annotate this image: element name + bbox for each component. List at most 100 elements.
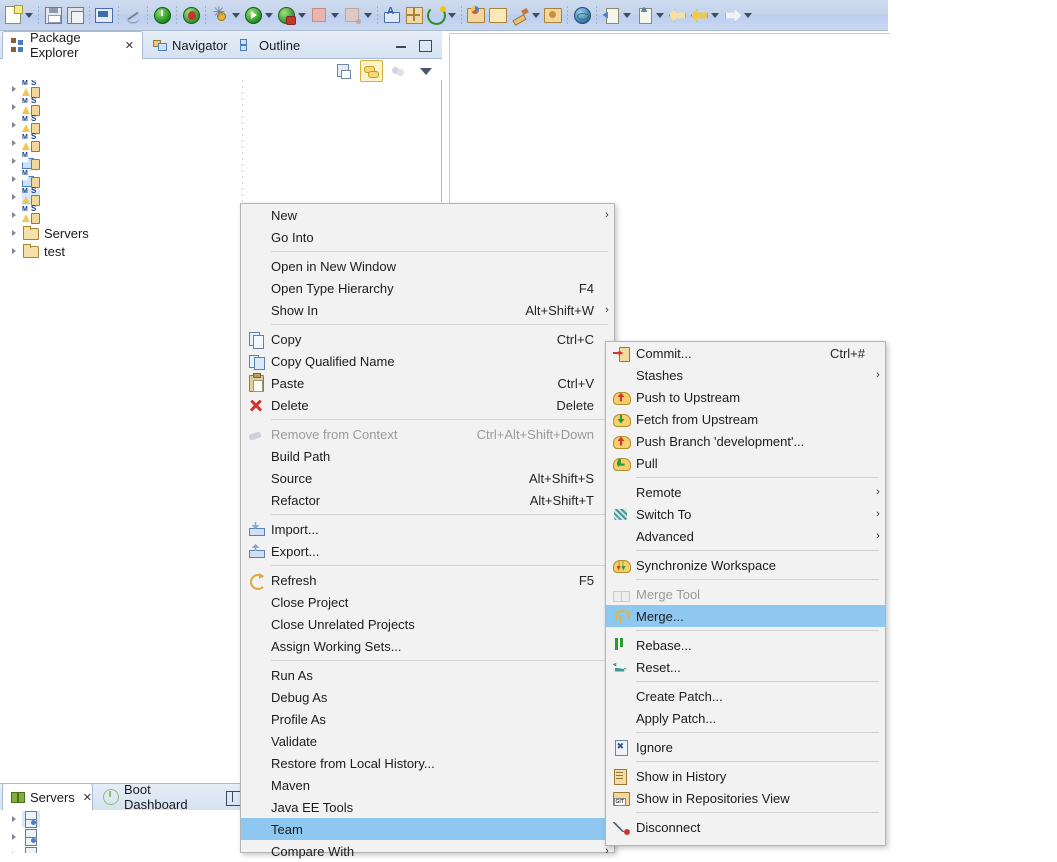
team-item-show-in-history[interactable]: Show in History (606, 765, 885, 787)
expand-arrow-icon[interactable] (6, 81, 22, 97)
toolbar-stop-button[interactable] (308, 2, 341, 28)
toolbar-dropdown-arrow[interactable] (362, 5, 373, 25)
server-row[interactable] (0, 810, 246, 828)
toolbar-dropdown-arrow[interactable] (742, 5, 753, 25)
toolbar-prev-annotation-button[interactable] (633, 2, 666, 28)
toolbar-refresh-green-button[interactable] (425, 2, 458, 28)
close-icon[interactable]: ✕ (83, 791, 92, 804)
team-item-apply-patch[interactable]: Apply Patch... (606, 707, 885, 729)
server-row[interactable] (0, 846, 246, 853)
expand-arrow-icon[interactable] (6, 135, 22, 151)
menu-item-go-into[interactable]: Go Into (241, 226, 614, 248)
menu-item-source[interactable]: SourceAlt+Shift+S› (241, 467, 614, 489)
menu-item-delete[interactable]: Delete Delete (241, 394, 614, 416)
menu-item-assign-working-sets[interactable]: Assign Working Sets... (241, 635, 614, 657)
toolbar-dropdown-arrow[interactable] (263, 5, 274, 25)
toolbar-dropdown-arrow[interactable] (621, 5, 632, 25)
expand-arrow-icon[interactable] (6, 117, 22, 133)
expand-arrow-icon[interactable] (6, 171, 22, 187)
menu-item-copy[interactable]: Copy Ctrl+C (241, 328, 614, 350)
toolbar-dropdown-arrow[interactable] (654, 5, 665, 25)
toolbar-dropdown-arrow[interactable] (23, 5, 34, 25)
toolbar-open-type-button[interactable] (465, 2, 487, 28)
toolbar-open-resource-button[interactable] (542, 2, 564, 28)
toolbar-save-button[interactable] (42, 2, 64, 28)
expand-arrow-icon[interactable] (6, 243, 22, 259)
toolbar-next-annotation-button[interactable] (600, 2, 633, 28)
menu-item-team[interactable]: Team› (241, 818, 614, 840)
view-menu-button[interactable] (414, 60, 437, 82)
server-row[interactable] (0, 828, 246, 846)
project-context-menu[interactable]: New › Go Into Open in New Window Open Type H… (240, 203, 615, 859)
toolbar-brush-button[interactable] (509, 2, 542, 28)
toolbar-open-folder-button[interactable] (487, 2, 509, 28)
toolbar-debug-boot-button[interactable] (180, 2, 202, 28)
team-item-push-branch-development[interactable]: Push Branch 'development'... (606, 430, 885, 452)
package-explorer-tree[interactable]: Servers test (0, 80, 234, 781)
minimize-button[interactable] (394, 38, 408, 52)
focus-on-active-task-button[interactable] (387, 60, 410, 82)
toolbar-console-button[interactable] (93, 2, 115, 28)
expand-arrow-icon[interactable] (6, 225, 22, 241)
menu-item-profile-as[interactable]: Profile As› (241, 708, 614, 730)
menu-item-export[interactable]: Export... (241, 540, 614, 562)
toolbar-new-document-button[interactable] (2, 2, 35, 28)
menu-item-maven[interactable]: Maven› (241, 774, 614, 796)
tab-outline[interactable]: Outline (232, 31, 304, 59)
expand-arrow-icon[interactable] (6, 811, 22, 827)
menu-item-open-type-hierarchy[interactable]: Open Type Hierarchy F4 (241, 277, 614, 299)
expand-arrow-icon[interactable] (6, 847, 22, 853)
tree-item[interactable] (0, 205, 234, 224)
servers-list[interactable] (0, 810, 246, 853)
menu-item-new[interactable]: New › (241, 204, 614, 226)
expand-arrow-icon[interactable] (6, 99, 22, 115)
team-submenu[interactable]: Commit... Ctrl+# Stashes › Push to Upstream F… (605, 341, 886, 846)
toolbar-back-button[interactable] (688, 2, 721, 28)
toolbar-terminate-server-button[interactable] (151, 2, 173, 28)
menu-item-compare-with[interactable]: Compare With › (241, 840, 614, 862)
tree-item[interactable]: test (0, 242, 234, 260)
team-item-fetch-from-upstream[interactable]: Fetch from Upstream (606, 408, 885, 430)
menu-item-java-ee-tools[interactable]: Java EE Tools› (241, 796, 614, 818)
expand-arrow-icon[interactable] (6, 189, 22, 205)
team-item-show-in-repositories-view[interactable]: Show in Repositories View (606, 787, 885, 809)
menu-item-refresh[interactable]: Refresh F5 (241, 569, 614, 591)
menu-item-debug-as[interactable]: Debug As› (241, 686, 614, 708)
menu-item-import[interactable]: Import... (241, 518, 614, 540)
team-item-push-to-upstream[interactable]: Push to Upstream (606, 386, 885, 408)
menu-item-refactor[interactable]: RefactorAlt+Shift+T› (241, 489, 614, 511)
toolbar-dropdown-arrow[interactable] (296, 5, 307, 25)
toolbar-stop-alt-button[interactable] (341, 2, 374, 28)
toolbar-run-button[interactable] (242, 2, 275, 28)
menu-item-validate[interactable]: Validate (241, 730, 614, 752)
toolbar-dropdown-arrow[interactable] (709, 5, 720, 25)
team-item-reset[interactable]: Reset... (606, 656, 885, 678)
toolbar-run-as-server-button[interactable] (275, 2, 308, 28)
menu-item-close-project[interactable]: Close Project (241, 591, 614, 613)
team-item-commit[interactable]: Commit... Ctrl+# (606, 342, 885, 364)
menu-item-paste[interactable]: Paste Ctrl+V (241, 372, 614, 394)
team-item-disconnect[interactable]: Disconnect (606, 816, 885, 838)
expand-arrow-icon[interactable] (6, 207, 22, 223)
team-item-rebase[interactable]: Rebase... (606, 634, 885, 656)
menu-item-show-in[interactable]: Show In Alt+Shift+W › (241, 299, 614, 321)
menu-item-restore-from-local-history[interactable]: Restore from Local History... (241, 752, 614, 774)
menu-item-close-unrelated-projects[interactable]: Close Unrelated Projects (241, 613, 614, 635)
maximize-button[interactable] (418, 38, 432, 52)
toolbar-save-all-button[interactable] (64, 2, 86, 28)
expand-arrow-icon[interactable] (6, 153, 22, 169)
toolbar-back-history-button[interactable] (666, 2, 688, 28)
toolbar-debug-button[interactable] (209, 2, 242, 28)
tab-package-explorer[interactable]: Package Explorer ✕ (2, 30, 143, 60)
toolbar-dropdown-arrow[interactable] (530, 5, 541, 25)
expand-arrow-icon[interactable] (6, 829, 22, 845)
team-item-switch-to[interactable]: Switch To › (606, 503, 885, 525)
toolbar-dropdown-arrow[interactable] (446, 5, 457, 25)
team-item-ignore[interactable]: Ignore (606, 736, 885, 758)
close-icon[interactable]: ✕ (125, 39, 134, 52)
menu-item-open-in-new-window[interactable]: Open in New Window (241, 255, 614, 277)
bottom-tab-servers[interactable]: Servers ✕ (2, 783, 93, 811)
team-item-remote[interactable]: Remote › (606, 481, 885, 503)
team-item-synchronize-workspace[interactable]: Synchronize Workspace (606, 554, 885, 576)
team-item-create-patch[interactable]: Create Patch... (606, 685, 885, 707)
